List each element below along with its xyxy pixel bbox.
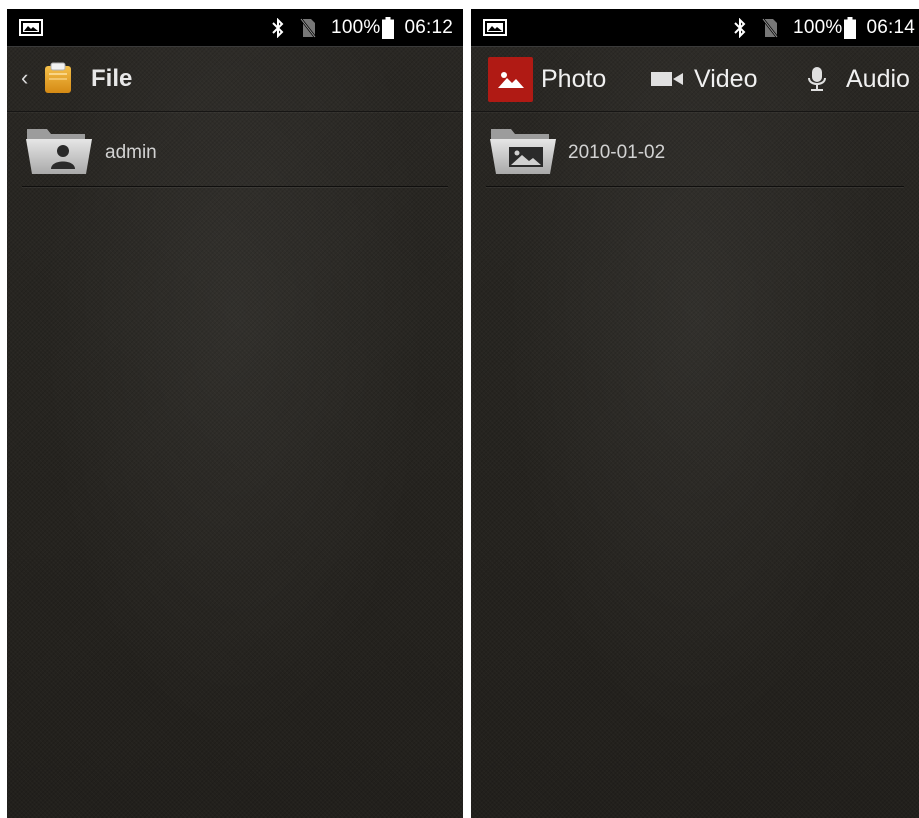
screenshot-notification-icon [19, 19, 43, 36]
tab-label: Video [694, 64, 758, 93]
clock: 06:14 [866, 16, 915, 38]
video-camera-icon [651, 72, 683, 86]
tab-audio[interactable]: Audio [806, 47, 910, 111]
photo-tab-icon-box [488, 56, 533, 102]
action-bar: ‹ File [7, 47, 463, 112]
status-bar: 100% 06:12 [7, 9, 463, 47]
clock: 06:12 [404, 16, 453, 38]
list-divider [22, 186, 448, 187]
bluetooth-icon [272, 17, 284, 38]
no-sim-icon [300, 17, 317, 38]
photo-icon [497, 72, 524, 88]
bluetooth-icon [734, 17, 746, 38]
file-manager-icon[interactable] [43, 62, 73, 94]
tab-photo[interactable]: Photo [488, 47, 606, 111]
list-divider [486, 186, 904, 187]
battery-icon [382, 16, 395, 39]
tab-bar: Photo Video Audio [471, 47, 919, 112]
list-item-label: 2010-01-02 [568, 142, 666, 163]
file-screen: 100% 06:12 ‹ File admin [7, 9, 463, 818]
tab-video[interactable]: Video [651, 47, 758, 111]
list-item-label: admin [105, 142, 157, 163]
no-sim-icon [762, 17, 779, 38]
back-chevron-icon[interactable]: ‹ [21, 67, 28, 89]
status-bar: 100% 06:14 [471, 9, 919, 47]
tab-label: Audio [846, 64, 910, 93]
folder-item-admin[interactable]: admin [7, 112, 463, 186]
user-folder-icon [26, 129, 92, 174]
gallery-screen: 100% 06:14 Photo Video Audio 2010-01-02 [471, 9, 919, 818]
microphone-icon [808, 67, 826, 91]
battery-percent: 100% [793, 16, 843, 38]
tab-label: Photo [541, 64, 607, 93]
battery-percent: 100% [331, 16, 381, 38]
screenshot-notification-icon [483, 19, 507, 36]
folder-item-2010-01-02[interactable]: 2010-01-02 [471, 112, 919, 186]
page-title: File [91, 65, 133, 92]
battery-icon [844, 16, 857, 39]
image-folder-icon [490, 129, 556, 174]
